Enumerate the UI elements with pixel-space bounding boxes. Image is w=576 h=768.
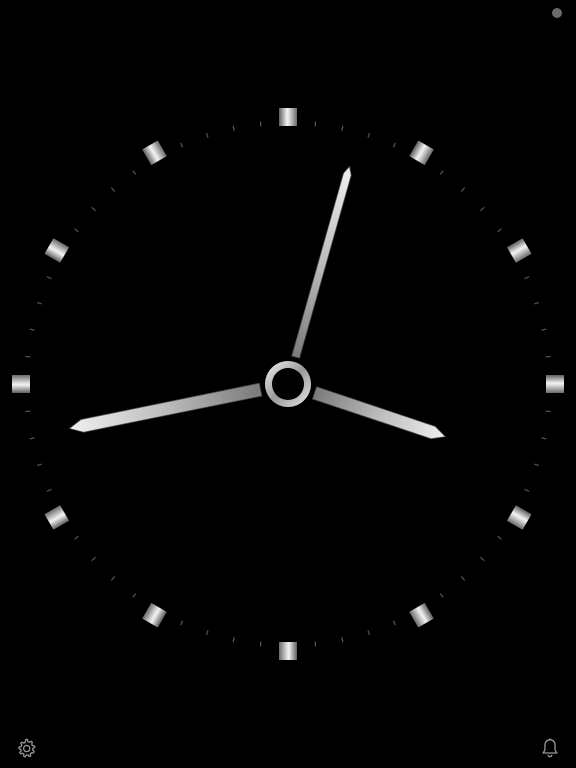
minute-tick (36, 301, 42, 305)
minute-tick (232, 637, 235, 643)
minute-tick (110, 187, 116, 192)
minute-tick (534, 463, 540, 467)
minute-tick (46, 276, 52, 280)
minute-tick (259, 641, 262, 647)
minute-tick (460, 187, 466, 192)
minute-tick (25, 355, 31, 358)
minute-hand (291, 165, 352, 359)
minute-tick (541, 437, 547, 440)
minute-tick (259, 121, 262, 127)
minute-tick (314, 641, 317, 647)
minute-tick (180, 620, 184, 626)
analog-clock (12, 108, 564, 660)
clock-screen (0, 0, 576, 768)
minute-tick (497, 228, 502, 233)
minute-tick (205, 630, 209, 636)
minute-tick (205, 132, 209, 138)
hour-marker (546, 375, 564, 393)
minute-tick (91, 556, 96, 562)
settings-button[interactable] (14, 736, 38, 760)
minute-tick (74, 535, 79, 540)
minute-tick (110, 576, 116, 581)
hour-marker (142, 140, 167, 166)
hour-marker (506, 505, 532, 530)
minute-tick (392, 620, 396, 626)
minute-tick (132, 593, 137, 598)
minute-tick (180, 142, 184, 148)
hour-marker (12, 375, 30, 393)
hour-marker (279, 108, 297, 126)
minute-tick (534, 301, 540, 305)
minute-tick (392, 142, 396, 148)
minute-tick (439, 593, 444, 598)
minute-tick (524, 488, 530, 492)
minute-tick (74, 228, 79, 233)
minute-tick (460, 576, 466, 581)
hour-marker (44, 505, 70, 530)
minute-tick (36, 463, 42, 467)
minute-tick (545, 355, 551, 358)
minute-tick (367, 630, 371, 636)
hour-hand (311, 386, 447, 440)
minute-tick (25, 410, 31, 413)
minute-tick (29, 328, 35, 331)
minute-tick (439, 170, 444, 175)
gear-icon (18, 738, 36, 758)
second-hand (68, 382, 263, 433)
minute-tick (29, 437, 35, 440)
minute-tick (132, 170, 137, 175)
hour-marker (409, 602, 434, 628)
minute-tick (480, 556, 485, 562)
minute-tick (341, 125, 344, 131)
minute-tick (314, 121, 317, 127)
clock-hands (68, 165, 447, 440)
minute-tick (91, 206, 96, 212)
minute-tick (541, 328, 547, 331)
bell-icon (542, 738, 558, 758)
hour-marker (44, 238, 70, 263)
center-hub-hole (272, 368, 304, 400)
minute-tick (524, 276, 530, 280)
hour-marker (279, 642, 297, 660)
minute-tick (341, 637, 344, 643)
minute-tick (46, 488, 52, 492)
hour-marker (506, 238, 532, 263)
minute-tick (480, 206, 485, 212)
hour-marker (142, 602, 167, 628)
hour-marker (409, 140, 434, 166)
minute-tick (232, 125, 235, 131)
minute-tick (367, 132, 371, 138)
alarm-button[interactable] (538, 736, 562, 760)
minute-tick (545, 410, 551, 413)
minute-tick (497, 535, 502, 540)
